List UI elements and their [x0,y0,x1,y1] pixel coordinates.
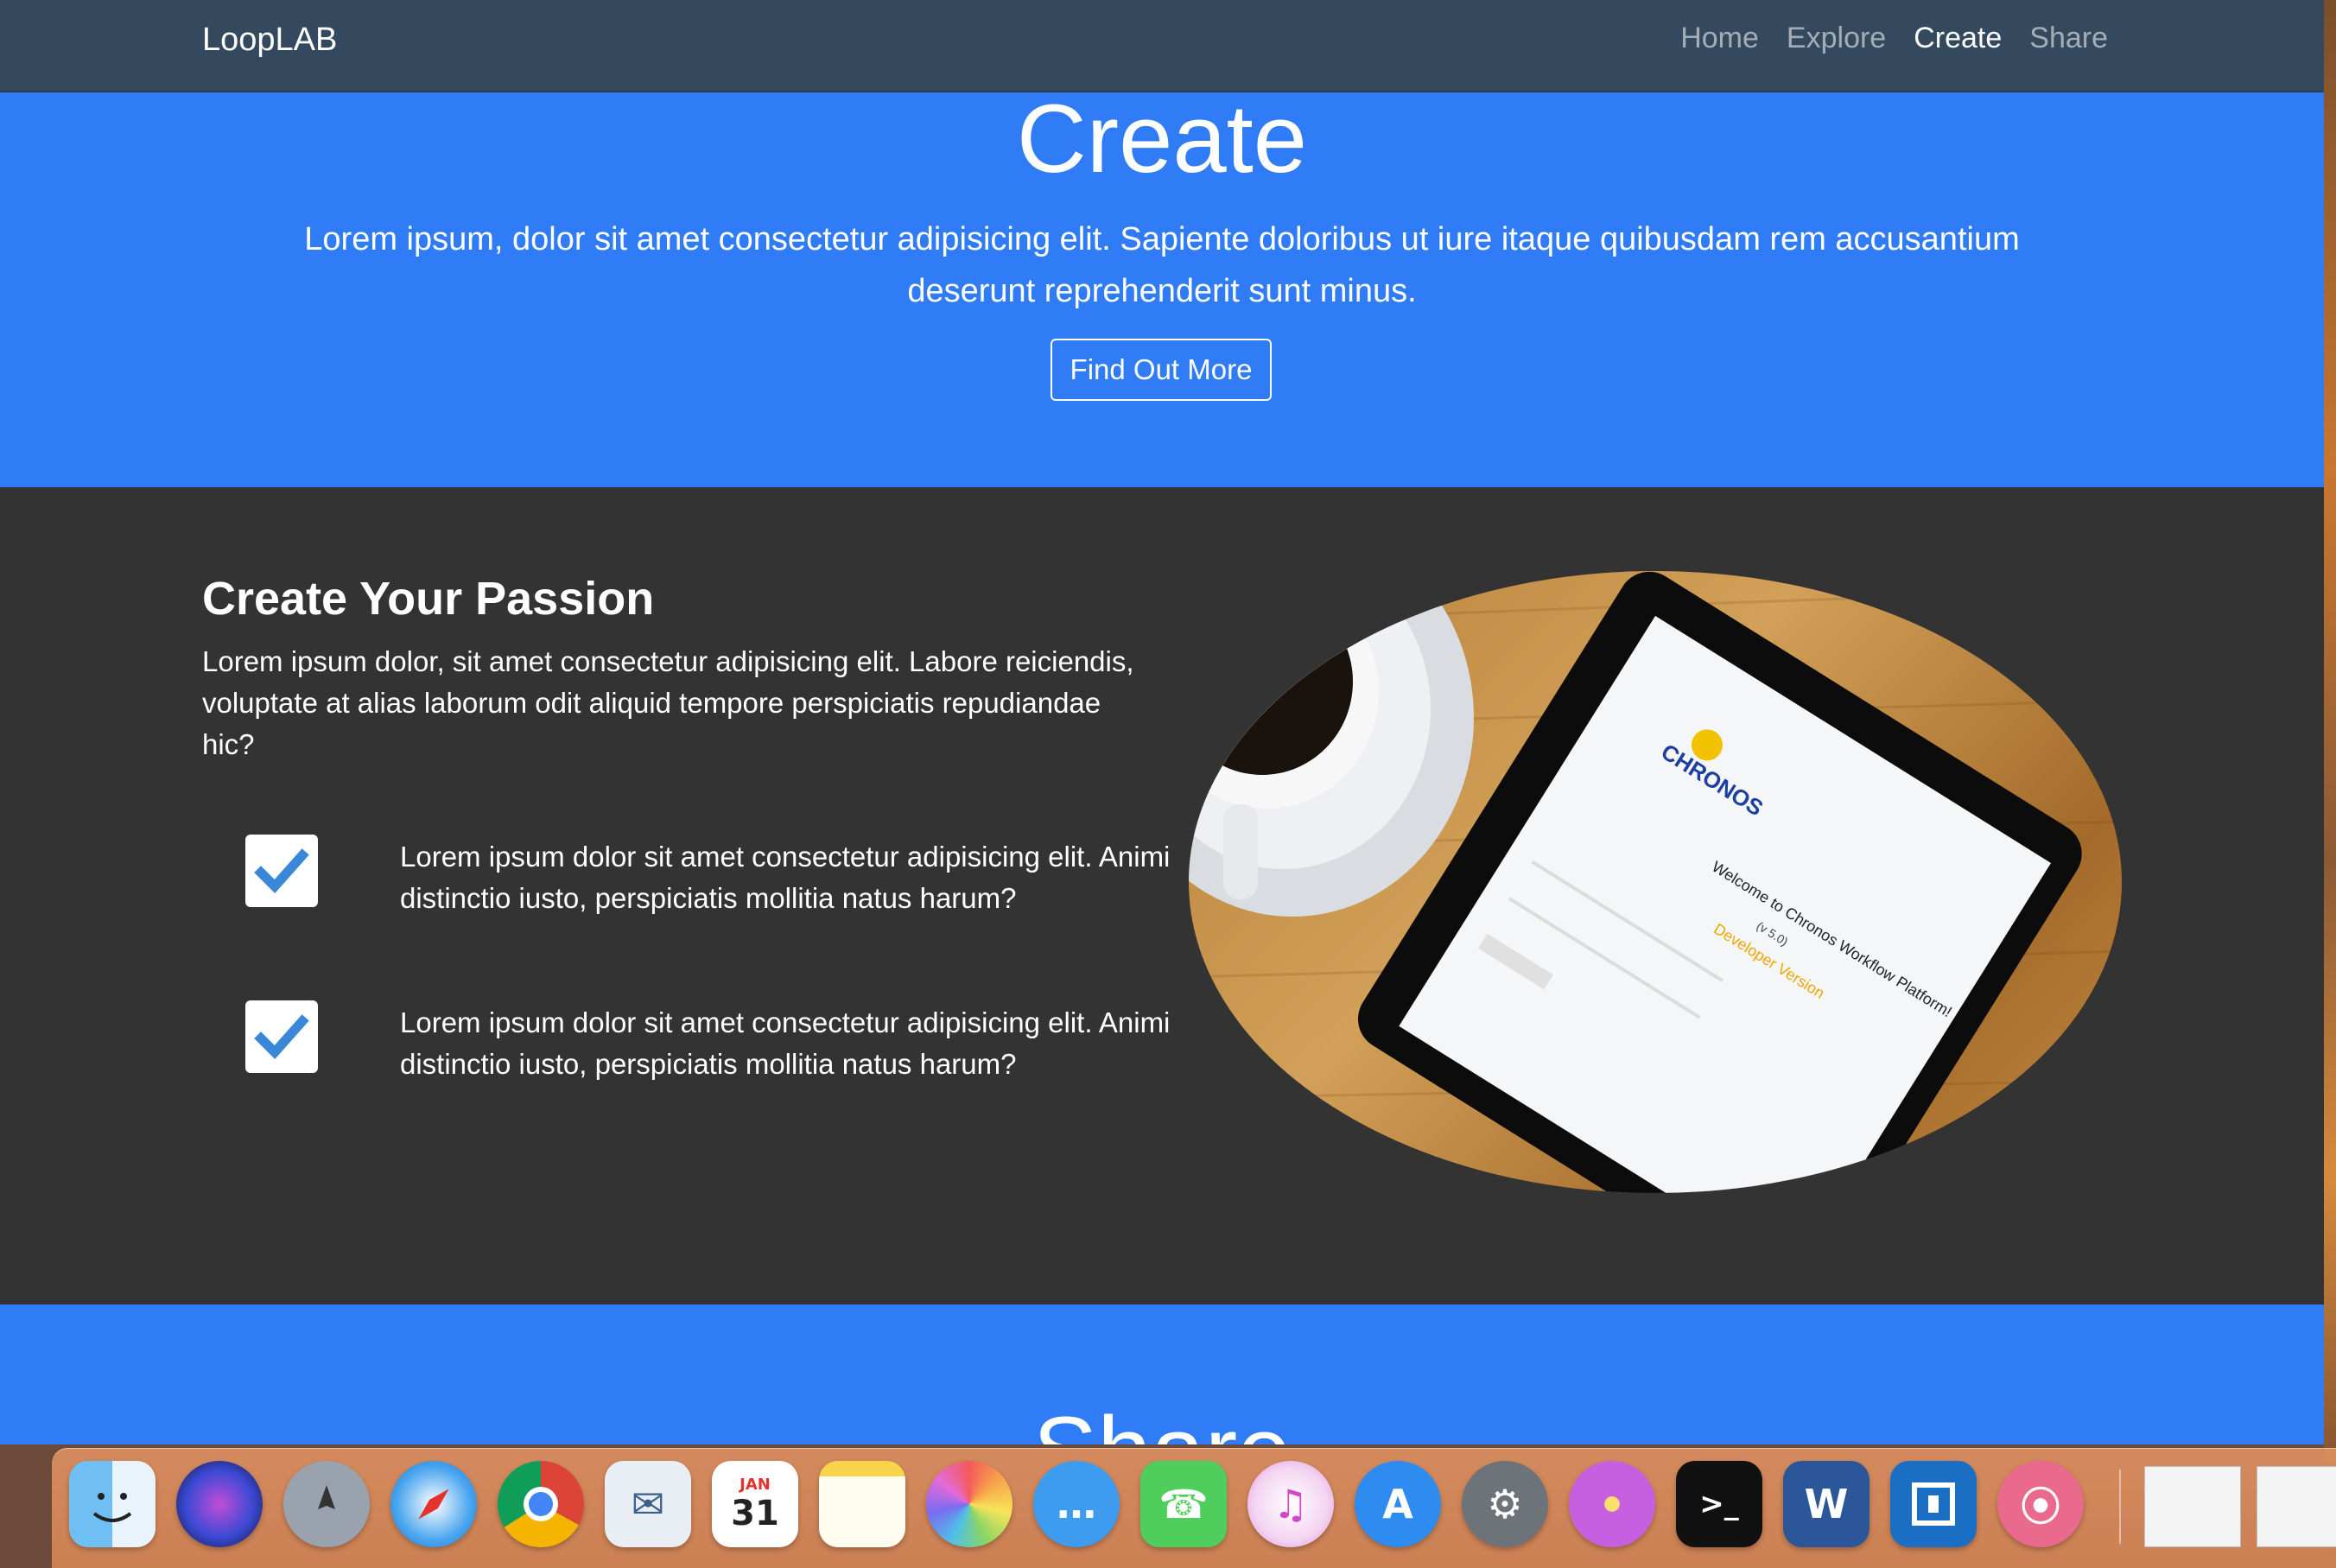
tablet-coffee-photo: CHRONOS Welcome to Chronos Workflow Plat… [1189,571,2122,1193]
share-section: Share [0,1305,2324,1444]
hero-title: Create [1016,85,1308,193]
facetime-icon[interactable]: ☎ [1140,1461,1227,1547]
mail-icon[interactable]: ✉ [605,1461,691,1547]
find-out-more-button[interactable]: Find Out More [1051,339,1272,401]
checkbox-icon [245,835,318,907]
share-title: Share [0,1398,2324,1444]
brand-logo[interactable]: LoopLAB [202,22,337,59]
launchpad-icon[interactable] [283,1461,370,1547]
app-store-icon[interactable]: A [1355,1461,1441,1547]
checkbox-icon [245,1000,318,1073]
flower-icon[interactable] [1569,1461,1655,1547]
safari-icon[interactable] [390,1461,477,1547]
terminal-icon[interactable]: >_ [1676,1461,1762,1547]
nav-links: Home Explore Create Share [1680,22,2108,55]
word-icon[interactable]: W [1783,1461,1869,1547]
nav-link-share[interactable]: Share [2029,22,2108,55]
hero-text: Lorem ipsum, dolor sit amet consectetur … [304,221,2020,309]
calendar-month: JAN [740,1475,771,1494]
photos-icon[interactable] [926,1461,1012,1547]
minimized-window-thumbnail[interactable] [2144,1466,2241,1547]
chrome-icon[interactable] [498,1461,584,1547]
dock-divider [2119,1470,2121,1544]
feature-text: Lorem ipsum dolor sit amet consectetur a… [400,1006,1171,1080]
calendar-icon[interactable]: JAN 31 [712,1461,798,1547]
hero-section: Create Lorem ipsum, dolor sit amet conse… [0,86,2324,487]
passion-text: Lorem ipsum dolor, sit amet consectetur … [202,645,1134,760]
finder-icon[interactable] [69,1461,156,1547]
notes-icon[interactable] [819,1461,905,1547]
minimized-window-thumbnail[interactable] [2257,1466,2336,1547]
calendar-day: 31 [731,1493,779,1533]
passion-title: Create Your Passion [202,573,655,625]
nav-link-explore[interactable]: Explore [1787,22,1886,55]
dock: ✉ JAN 31 … ☎ ♫ A ⚙ >_ W ⦿ [52,1448,2336,1568]
siri-icon[interactable] [176,1461,263,1547]
framer-icon[interactable] [1890,1461,1977,1547]
messages-icon[interactable]: … [1033,1461,1120,1547]
nav-link-create[interactable]: Create [1914,22,2002,55]
system-preferences-icon[interactable]: ⚙ [1462,1461,1548,1547]
nav-link-home[interactable]: Home [1680,22,1759,55]
feature-text: Lorem ipsum dolor sit amet consectetur a… [400,841,1171,914]
archive-utility-icon[interactable]: ⦿ [1997,1461,2084,1547]
passion-section: Create Your Passion Lorem ipsum dolor, s… [0,487,2324,1305]
navbar: LoopLAB Home Explore Create Share [0,0,2324,92]
browser-viewport: LoopLAB Home Explore Create Share Create… [0,0,2324,1444]
itunes-icon[interactable]: ♫ [1247,1461,1334,1547]
desktop-background [2324,0,2336,1567]
